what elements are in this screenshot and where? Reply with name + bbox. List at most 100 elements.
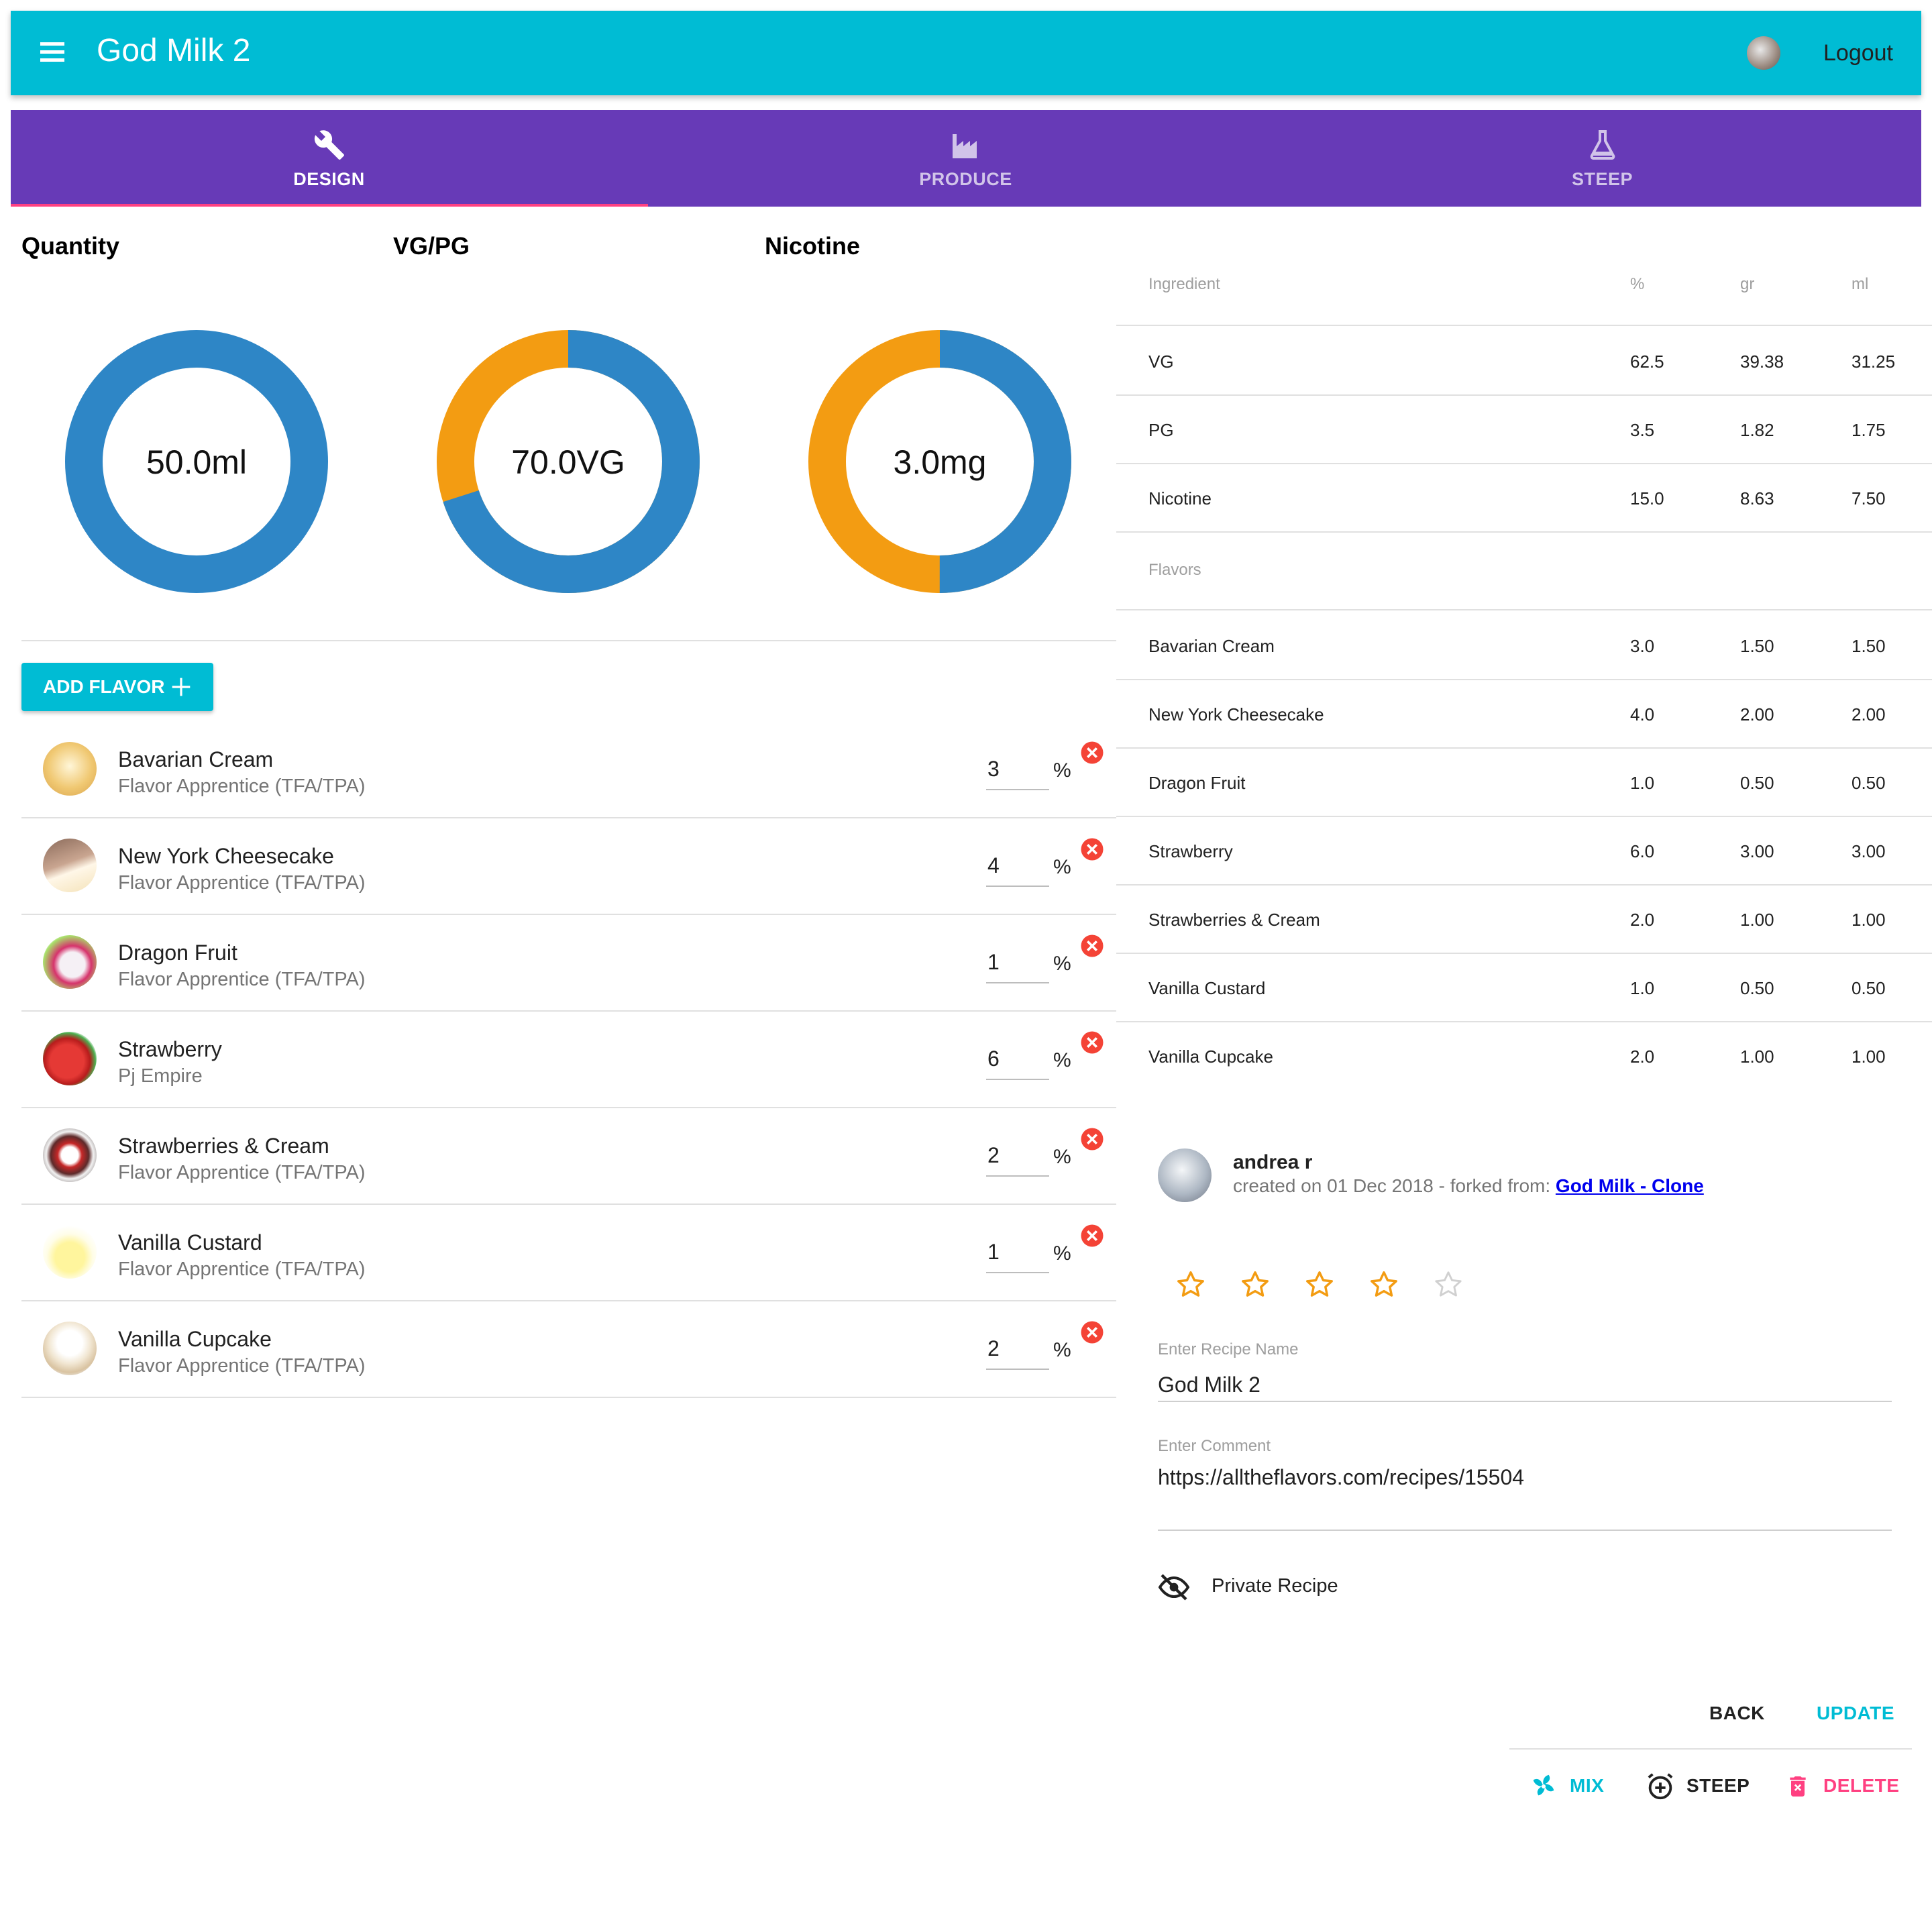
ingredient-percent: 2.0 — [1630, 1047, 1655, 1067]
tab-steep[interactable]: STEEP — [1284, 110, 1921, 207]
percent-sign: % — [1053, 1339, 1071, 1361]
ingredient-percent: 6.0 — [1630, 841, 1655, 861]
ingredient-ml: 1.00 — [1851, 910, 1886, 930]
comment-textarea[interactable]: https://alltheflavors.com/recipes/15504 — [1158, 1465, 1524, 1490]
ingredient-ml: 31.25 — [1851, 352, 1896, 372]
trash-icon — [1790, 1776, 1806, 1797]
forked-from-link[interactable]: God Milk - Clone — [1556, 1175, 1704, 1196]
gauge-title-nicotine: Nicotine — [765, 232, 861, 260]
flavor-row[interactable]: Bavarian Cream Flavor Apprentice (TFA/TP… — [21, 720, 1116, 818]
remove-flavor-icon[interactable] — [1080, 934, 1104, 958]
table-row: Vanilla Cupcake 2.0 1.00 1.00 — [1116, 1021, 1932, 1089]
strawberries-cream-thumbnail — [43, 1128, 97, 1182]
flavor-row[interactable]: Vanilla Cupcake Flavor Apprentice (TFA/T… — [21, 1300, 1116, 1398]
flavor-percent-input[interactable]: 1 — [986, 1240, 1049, 1273]
star-icon[interactable] — [1368, 1269, 1399, 1300]
logout-button[interactable]: Logout — [1823, 40, 1893, 66]
ingredient-percent: 3.5 — [1630, 420, 1655, 440]
steep-label: STEEP — [1686, 1775, 1750, 1796]
table-row: Bavarian Cream 3.0 1.50 1.50 — [1116, 610, 1932, 680]
ingredient-name: Strawberry — [1148, 841, 1233, 861]
ingredient-grams: 0.50 — [1740, 773, 1774, 793]
flavor-maker: Flavor Apprentice (TFA/TPA) — [118, 1258, 366, 1280]
remove-flavor-icon[interactable] — [1080, 1224, 1104, 1248]
add-flavor-button[interactable]: ADD FLAVOR — [21, 663, 213, 711]
flavor-percent-input[interactable]: 1 — [986, 950, 1049, 983]
remove-flavor-icon[interactable] — [1080, 741, 1104, 765]
flavors-heading: Flavors — [1148, 561, 1201, 579]
star-icon[interactable] — [1304, 1269, 1335, 1300]
star-icon[interactable] — [1240, 1269, 1271, 1300]
table-row: Dragon Fruit 1.0 0.50 0.50 — [1116, 747, 1932, 817]
table-row: New York Cheesecake 4.0 2.00 2.00 — [1116, 679, 1932, 749]
section-divider — [21, 640, 1116, 641]
user-avatar[interactable] — [1747, 36, 1780, 70]
percent-sign: % — [1053, 1049, 1071, 1071]
update-button[interactable]: UPDATE — [1817, 1703, 1894, 1724]
flavor-row[interactable]: Dragon Fruit Flavor Apprentice (TFA/TPA)… — [21, 914, 1116, 1012]
ingredient-grams: 1.82 — [1740, 420, 1774, 440]
flavor-percent-input[interactable]: 2 — [986, 1336, 1049, 1370]
ingredient-ml: 0.50 — [1851, 773, 1886, 793]
ingredient-name: New York Cheesecake — [1148, 704, 1324, 725]
flavor-percent-input[interactable]: 2 — [986, 1143, 1049, 1177]
table-row: PG 3.5 1.82 1.75 — [1116, 394, 1932, 464]
ingredient-ml: 3.00 — [1851, 841, 1886, 861]
table-row: VG 62.5 39.38 31.25 — [1116, 326, 1932, 396]
ingredient-percent: 62.5 — [1630, 352, 1664, 372]
comment-label: Enter Comment — [1158, 1437, 1271, 1455]
private-recipe-label: Private Recipe — [1212, 1575, 1338, 1597]
flavor-maker: Pj Empire — [118, 1065, 203, 1087]
star-empty-icon[interactable] — [1433, 1269, 1464, 1300]
eye-off-icon[interactable] — [1158, 1571, 1190, 1603]
ingredient-name: Dragon Fruit — [1148, 773, 1246, 793]
star-icon[interactable] — [1175, 1269, 1206, 1300]
table-header-row: Ingredient % gr ml — [1116, 255, 1932, 326]
flavor-percent-input[interactable]: 6 — [986, 1047, 1049, 1080]
page-title: God Milk 2 — [97, 33, 251, 68]
menu-icon[interactable] — [40, 42, 64, 62]
ingredient-name: VG — [1148, 352, 1174, 372]
remove-flavor-icon[interactable] — [1080, 1030, 1104, 1055]
remove-flavor-icon[interactable] — [1080, 837, 1104, 861]
flavor-name: Bavarian Cream — [118, 747, 274, 771]
flavor-row[interactable]: Strawberries & Cream Flavor Apprentice (… — [21, 1107, 1116, 1205]
ingredient-name: PG — [1148, 420, 1174, 440]
recipe-name-input[interactable]: God Milk 2 — [1158, 1373, 1260, 1397]
ingredient-percent: 3.0 — [1630, 636, 1655, 656]
remove-flavor-icon[interactable] — [1080, 1127, 1104, 1151]
back-button[interactable]: BACK — [1709, 1703, 1765, 1724]
ingredient-percent: 15.0 — [1630, 488, 1664, 508]
flavor-row[interactable]: Vanilla Custard Flavor Apprentice (TFA/T… — [21, 1203, 1116, 1301]
quantity-gauge-value: 50.0ml — [146, 443, 248, 481]
flavor-percent-input[interactable]: 3 — [986, 757, 1049, 790]
ingredient-name: Strawberries & Cream — [1148, 910, 1320, 930]
app-toolbar: God Milk 2 Logout — [11, 11, 1921, 95]
ingredient-percent: 4.0 — [1630, 704, 1655, 725]
header-ingredient: Ingredient — [1148, 275, 1220, 293]
add-flavor-label: ADD FLAVOR — [43, 676, 165, 697]
author-avatar[interactable] — [1158, 1148, 1212, 1202]
ingredient-grams: 39.38 — [1740, 352, 1784, 372]
remove-flavor-icon[interactable] — [1080, 1320, 1104, 1344]
flavor-percent-input[interactable]: 4 — [986, 853, 1049, 887]
flavor-row[interactable]: Strawberry Pj Empire 6 % — [21, 1010, 1116, 1108]
factory-icon — [952, 134, 977, 158]
fan-icon — [1533, 1774, 1554, 1796]
ingredient-grams: 1.00 — [1740, 1047, 1774, 1067]
flavor-maker: Flavor Apprentice (TFA/TPA) — [118, 872, 366, 894]
tab-design[interactable]: DESIGN — [11, 110, 648, 207]
ingredient-grams: 0.50 — [1740, 978, 1774, 998]
ingredient-percent: 2.0 — [1630, 910, 1655, 930]
gauge-title-quantity: Quantity — [21, 232, 120, 260]
recipe-name-underline — [1158, 1401, 1892, 1402]
flavor-name: Vanilla Cupcake — [118, 1327, 272, 1351]
tab-produce[interactable]: PRODUCE — [647, 110, 1284, 207]
flavor-name: Strawberry — [118, 1037, 222, 1061]
flavor-row[interactable]: New York Cheesecake Flavor Apprentice (T… — [21, 817, 1116, 915]
wrench-icon — [314, 130, 344, 160]
delete-label: DELETE — [1823, 1775, 1900, 1796]
vgpg-gauge-value: 70.0VG — [511, 443, 625, 481]
table-row: Strawberry 6.0 3.00 3.00 — [1116, 816, 1932, 886]
vanilla-custard-thumbnail — [43, 1225, 97, 1279]
